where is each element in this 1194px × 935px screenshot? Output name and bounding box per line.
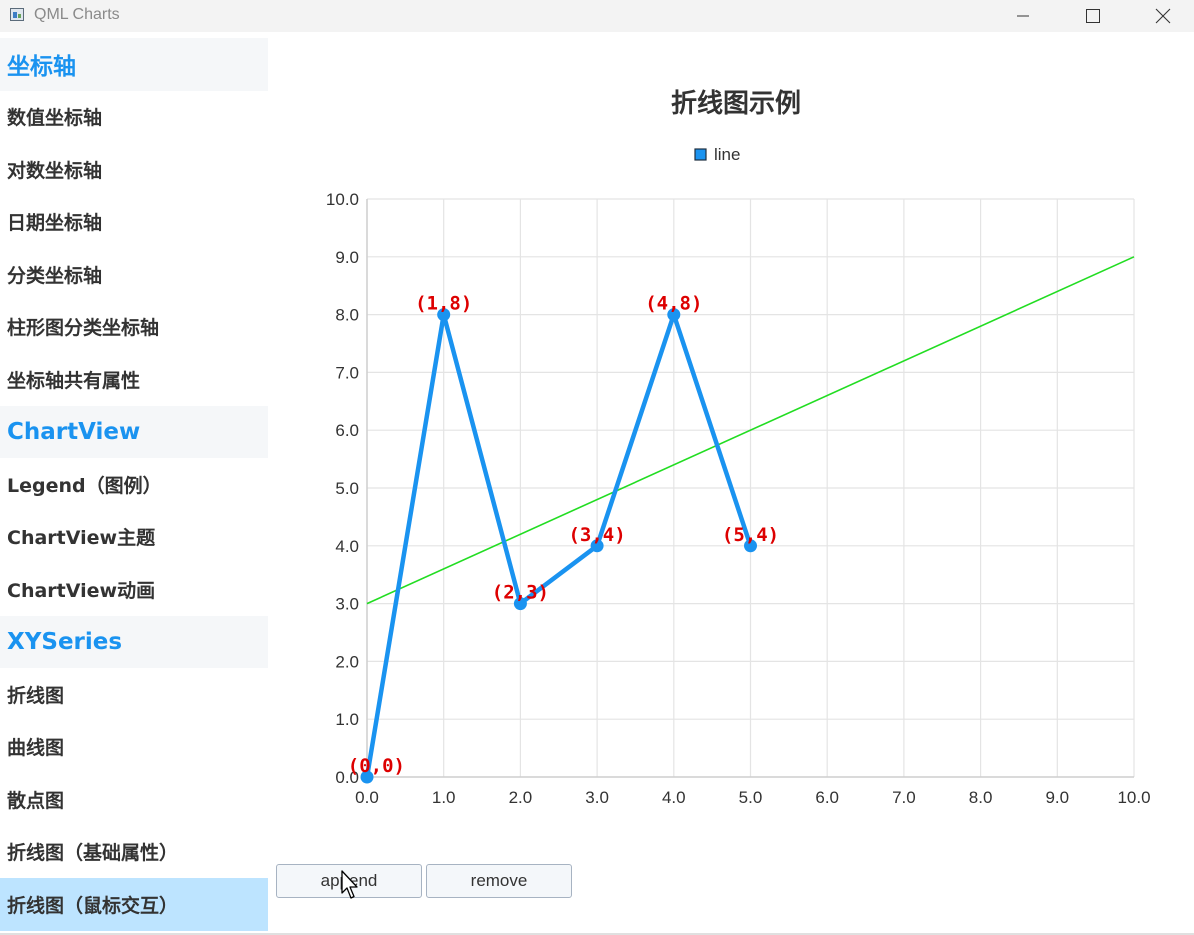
sidebar-item-label: 分类坐标轴	[7, 264, 103, 287]
data-point-label: (4,8)	[645, 293, 702, 315]
sidebar-item[interactable]: 折线图	[0, 668, 268, 721]
x-tick-label: 0.0	[355, 788, 379, 807]
maximize-icon	[1086, 9, 1100, 23]
sidebar-item[interactable]: 散点图	[0, 773, 268, 826]
sidebar-item[interactable]: 曲线图	[0, 721, 268, 774]
sidebar-item-label: 曲线图	[7, 737, 65, 760]
data-point-label: (0,0)	[348, 755, 405, 777]
y-tick-label: 6.0	[335, 421, 359, 440]
main-panel: 折线图示例 line 0.0 1.0 2.0 3.0 4.0 5.0 6.0 7.0 8.0 9.…	[268, 38, 1194, 935]
sidebar-item-label: 数值坐标轴	[7, 107, 103, 130]
sidebar-item-label: 柱形图分类坐标轴	[7, 317, 160, 340]
y-tick-label: 8.0	[335, 306, 359, 325]
remove-button[interactable]: remove	[426, 864, 572, 898]
y-tick-label: 3.0	[335, 595, 359, 614]
sidebar-item-label: 坐标轴	[7, 54, 76, 81]
x-tick-label: 2.0	[509, 788, 533, 807]
y-tick-label: 7.0	[335, 363, 359, 382]
sidebar-item-label: 折线图（鼠标交互）	[7, 894, 179, 917]
minimize-button[interactable]	[988, 0, 1058, 32]
sidebar-item-label: 散点图	[7, 789, 65, 812]
sidebar-item-label: 对数坐标轴	[7, 159, 103, 182]
sidebar-item-label: XYSeries	[7, 628, 123, 655]
data-point-label: (3,4)	[568, 524, 625, 546]
y-tick-label: 5.0	[335, 479, 359, 498]
y-tick-label: 4.0	[335, 537, 359, 556]
sidebar-item[interactable]: 折线图（基础属性）	[0, 826, 268, 879]
sidebar-item[interactable]: 日期坐标轴	[0, 196, 268, 249]
y-tick-label: 2.0	[335, 652, 359, 671]
mouse-cursor-icon	[341, 870, 358, 899]
sidebar-item[interactable]: Legend（图例）	[0, 458, 268, 511]
x-tick-label: 9.0	[1045, 788, 1069, 807]
legend-marker	[694, 148, 707, 161]
line-chart[interactable]: 折线图示例 line 0.0 1.0 2.0 3.0 4.0 5.0 6.0 7.0 8.0 9.…	[268, 38, 1194, 838]
sidebar-item-label: ChartView主题	[7, 527, 156, 550]
close-icon	[1155, 8, 1171, 24]
sidebar-item[interactable]: 分类坐标轴	[0, 248, 268, 301]
y-tick-label: 1.0	[335, 710, 359, 729]
x-tick-label: 3.0	[585, 788, 609, 807]
sidebar-section-header: XYSeries	[0, 615, 268, 668]
sidebar-section-header: 坐标轴	[0, 38, 268, 91]
y-tick-label: 9.0	[335, 248, 359, 267]
data-point-label: (2,3)	[492, 582, 549, 604]
x-tick-label: 8.0	[969, 788, 993, 807]
sidebar-item-label: 折线图（基础属性）	[7, 842, 179, 865]
window-titlebar: QML Charts	[0, 0, 1194, 32]
sidebar-item-label: ChartView	[7, 418, 141, 445]
data-point-label: (5,4)	[722, 524, 779, 546]
sidebar-section-header: ChartView	[0, 405, 268, 458]
sidebar-item-label: 坐标轴共有属性	[7, 369, 141, 392]
sidebar-item[interactable]: 对数坐标轴	[0, 143, 268, 196]
sidebar-item[interactable]: 折线图（鼠标交互）	[0, 878, 268, 931]
sidebar-item[interactable]: 坐标轴共有属性	[0, 353, 268, 406]
data-point-label: (1,8)	[415, 293, 472, 315]
sidebar-nav: 坐标轴数值坐标轴对数坐标轴日期坐标轴分类坐标轴柱形图分类坐标轴 坐标轴共有属性 Ch…	[0, 38, 268, 935]
x-tick-label: 1.0	[432, 788, 456, 807]
x-tick-label: 4.0	[662, 788, 686, 807]
x-tick-label: 10.0	[1117, 788, 1150, 807]
sidebar-item[interactable]: 柱形图分类坐标轴	[0, 301, 268, 354]
x-tick-label: 6.0	[815, 788, 839, 807]
sidebar-item-label: ChartView动画	[7, 579, 156, 602]
sidebar-item[interactable]: ChartView动画	[0, 563, 268, 616]
sidebar-item[interactable]: ChartView主题	[0, 511, 268, 564]
y-tick-label: 10.0	[326, 190, 359, 209]
sidebar-item[interactable]: 数值坐标轴	[0, 91, 268, 144]
x-tick-label: 5.0	[739, 788, 763, 807]
x-tick-label: 7.0	[892, 788, 916, 807]
legend-label: line	[714, 145, 740, 164]
minimize-icon	[1017, 15, 1029, 17]
sidebar-item-label: 日期坐标轴	[7, 212, 103, 235]
sidebar-item-label: 折线图	[7, 684, 65, 707]
sidebar-item-label: Legend（图例）	[7, 474, 162, 497]
maximize-button[interactable]	[1058, 0, 1128, 32]
window-title: QML Charts	[34, 6, 120, 23]
chart-title: 折线图示例	[671, 89, 801, 119]
close-button[interactable]	[1128, 0, 1194, 32]
app-icon	[10, 8, 24, 21]
